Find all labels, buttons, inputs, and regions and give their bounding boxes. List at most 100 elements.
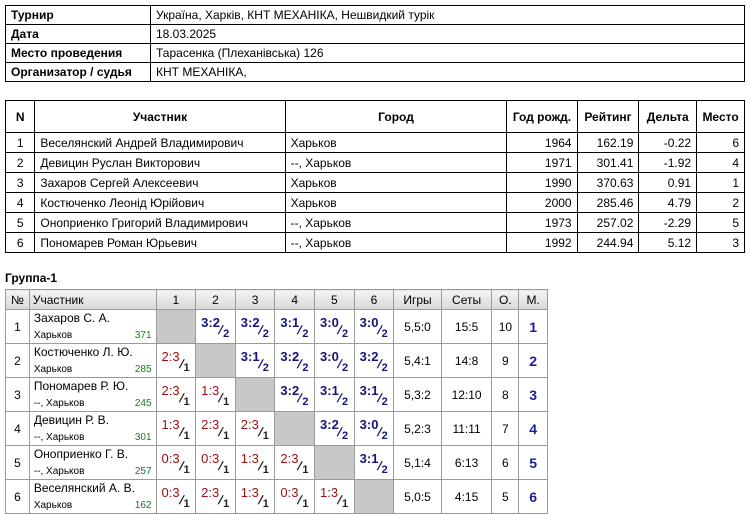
self-match-cell: [234, 377, 276, 412]
group-column-header: 4: [274, 289, 316, 310]
participant-cell: Харьков: [284, 172, 508, 193]
participant-cell: 3: [696, 232, 745, 253]
match-result-cell: 3:1/2: [353, 445, 395, 480]
self-match-cell: [155, 309, 197, 344]
participant-cell: Захаров Сергей Алексеевич: [34, 172, 286, 193]
match-score: 2:3: [161, 383, 180, 398]
match-points: 1: [262, 464, 269, 476]
match-points: 2: [342, 396, 349, 408]
points-cell: 8: [491, 377, 520, 412]
match-points: 1: [223, 430, 230, 442]
match-result-cell: 2:3/1: [195, 411, 236, 446]
match-points: 2: [302, 328, 309, 340]
info-value: Тарасенка (Плеханівська) 126: [150, 43, 745, 63]
match-points: 2: [381, 328, 388, 340]
match-points: 2: [381, 430, 388, 442]
participant-cell: Пономарев Роман Юрьевич: [34, 232, 286, 253]
player-city: Харьков: [33, 500, 73, 511]
participant-cell: 4.79: [638, 192, 698, 213]
match-points: 1: [262, 498, 269, 510]
group-column-header: 5: [314, 289, 355, 310]
self-match-cell: [274, 411, 316, 446]
participant-row: 6 Пономарев Роман Юрьевич --, Харьков 1992 2…: [4, 232, 745, 253]
player-cell: Костюченко Л. Ю. Харьков 285: [28, 343, 157, 378]
match-score: 0:3: [280, 485, 299, 500]
participant-cell: 244.94: [576, 232, 640, 253]
player-city: Харьков: [33, 330, 73, 341]
match-points: 2: [342, 328, 349, 340]
info-label: Дата: [5, 24, 151, 44]
match-points: 1: [223, 464, 230, 476]
match-score: 3:0: [320, 349, 339, 364]
info-value: 18.03.2025: [150, 24, 745, 44]
participant-cell: 6: [696, 132, 745, 153]
participant-cell: Веселянский Андрей Владимирович: [34, 132, 286, 153]
place-cell: 1: [518, 309, 548, 344]
place-cell: 6: [518, 479, 548, 514]
player-cell: Захаров С. А. Харьков 371: [28, 309, 157, 344]
group-results-table: № Участник 1 2 3 4 5 6 Игры Сеты О. М. 1 Захаров С. А…: [5, 289, 548, 514]
match-points: 1: [183, 498, 190, 510]
self-match-cell: [314, 445, 355, 480]
player-rating: 301: [134, 432, 152, 443]
match-score: 0:3: [201, 451, 220, 466]
match-points: 2: [381, 396, 388, 408]
games-cell: 5,2:3: [393, 411, 442, 446]
match-result-cell: 3:2/2: [314, 411, 355, 446]
match-result-cell: 1:3/1: [314, 479, 355, 514]
info-label: Организатор / судья: [5, 62, 151, 82]
info-row: Организатор / судья КНТ МЕХАНІКА,: [5, 62, 745, 82]
games-cell: 5,1:4: [393, 445, 442, 480]
match-points: 1: [262, 430, 269, 442]
match-points: 2: [223, 328, 230, 340]
match-points: 2: [262, 328, 269, 340]
match-points: 2: [342, 362, 349, 374]
participant-cell: 1990: [506, 172, 578, 193]
match-score: 2:3: [280, 451, 299, 466]
match-result-cell: 3:0/2: [353, 309, 395, 344]
match-score: 3:1: [359, 451, 379, 466]
participant-cell: 301.41: [576, 152, 640, 173]
sets-cell: 6:13: [440, 445, 493, 480]
group-row-number: 1: [5, 309, 30, 344]
match-result-cell: 3:0/2: [314, 343, 355, 378]
participant-cell: 1971: [506, 152, 578, 173]
group-column-header: Сеты: [440, 289, 493, 310]
match-points: 2: [262, 362, 269, 374]
info-row: Место проведения Тарасенка (Плеханівська)…: [5, 43, 745, 63]
sets-cell: 11:11: [440, 411, 493, 446]
participant-cell: 5.12: [638, 232, 698, 253]
match-result-cell: 0:3/1: [274, 479, 316, 514]
column-header: Место: [696, 100, 745, 133]
group-title: Группа-1: [5, 271, 58, 285]
group-column-header: 2: [195, 289, 236, 310]
participant-cell: --, Харьков: [284, 152, 508, 173]
participant-cell: Оноприенко Григорий Владимирович: [34, 212, 286, 233]
match-score: 3:2: [359, 349, 379, 364]
player-cell: Девицин Р. В. --, Харьков 301: [28, 411, 157, 446]
match-score: 1:3: [161, 417, 180, 432]
match-result-cell: 2:3/1: [234, 411, 276, 446]
info-row: Турнир Україна, Харків, КНТ МЕХАНІКА, Неш…: [5, 5, 745, 25]
match-result-cell: 3:1/2: [353, 377, 395, 412]
player-name: Пономарев Р. Ю.: [33, 379, 129, 393]
games-cell: 5,3:2: [393, 377, 442, 412]
points-cell: 6: [491, 445, 520, 480]
self-match-cell: [353, 479, 395, 514]
match-score: 3:1: [320, 383, 339, 398]
info-label: Место проведения: [5, 43, 151, 63]
tournament-info-table: Турнир Україна, Харків, КНТ МЕХАНІКА, Неш…: [5, 5, 745, 82]
participants-table: N Участник Город Год рожд. Рейтинг Дельта Мест…: [4, 100, 745, 253]
match-result-cell: 3:2/2: [195, 309, 236, 344]
player-city: --, Харьков: [33, 466, 85, 477]
match-result-cell: 1:3/1: [195, 377, 236, 412]
participant-cell: -0.22: [638, 132, 698, 153]
match-result-cell: 1:3/1: [155, 411, 197, 446]
participant-cell: 4: [4, 192, 36, 213]
participant-row: 4 Костюченко Леонід Юрійович Харьков 2000 28…: [4, 192, 745, 213]
match-points: 1: [223, 498, 230, 510]
participant-row: 3 Захаров Сергей Алексеевич Харьков 1990 370…: [4, 172, 745, 193]
group-row: 3 Пономарев Р. Ю. --, Харьков 245 2:3/1 1:3/1…: [5, 377, 548, 412]
match-result-cell: 3:1/2: [314, 377, 355, 412]
place-cell: 5: [518, 445, 548, 480]
